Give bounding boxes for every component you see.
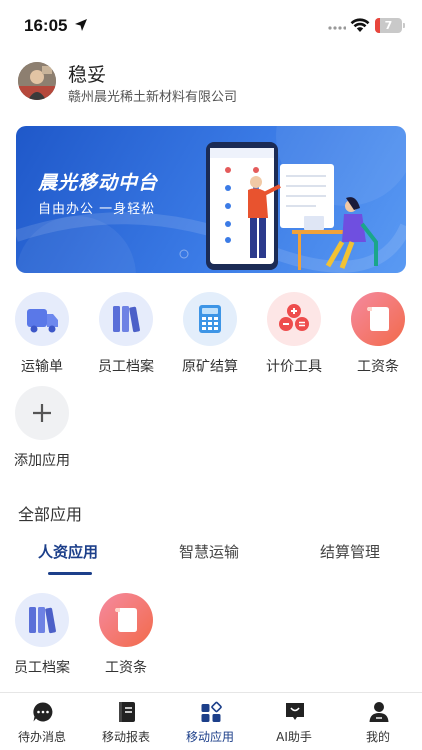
banner-subtitle: 自由办公 一身轻松 xyxy=(38,202,156,217)
section-title: 全部应用 xyxy=(18,505,83,524)
nav-label: 待办消息 xyxy=(17,730,66,744)
tab-smart-transport[interactable]: 智慧运输 xyxy=(179,541,239,562)
app-payslip-list[interactable]: 工资条 xyxy=(84,593,168,687)
scroll-icon xyxy=(99,593,153,647)
app-employee-records-list[interactable]: 员工档案 xyxy=(0,593,84,687)
app-label: 员工档案 xyxy=(98,359,154,375)
truck-icon xyxy=(15,292,69,346)
signal-icon xyxy=(328,26,346,30)
math-ops-icon xyxy=(267,292,321,346)
battery-level: 7 xyxy=(384,19,393,32)
app-employee-records[interactable]: 员工档案 xyxy=(84,292,168,386)
banner-title: 晨光移动中台 xyxy=(38,172,159,194)
person-icon xyxy=(369,702,389,722)
app-label: 工资条 xyxy=(105,660,147,676)
nav-mobile-apps[interactable]: 移动应用 xyxy=(168,693,252,750)
plus-icon xyxy=(15,386,69,440)
status-bar: 16:05 7 xyxy=(0,0,422,52)
active-tab-indicator xyxy=(48,572,92,575)
app-ore-settlement[interactable]: 原矿结算 xyxy=(168,292,252,386)
chat-icon xyxy=(33,702,53,722)
nav-label: 移动报表 xyxy=(101,730,150,744)
nav-mobile-reports[interactable]: 移动报表 xyxy=(84,693,168,750)
location-arrow-icon xyxy=(75,19,87,31)
app-label: 工资条 xyxy=(357,359,399,375)
wifi-icon xyxy=(350,18,370,32)
app-label: 计价工具 xyxy=(266,359,322,375)
app-payslip[interactable]: 工资条 xyxy=(336,292,420,386)
app-label: 添加应用 xyxy=(14,453,70,469)
user-name: 稳妥 xyxy=(68,64,107,86)
tab-hr-apps[interactable]: 人资应用 xyxy=(38,541,98,562)
banner-illustration-icon xyxy=(206,142,378,270)
promo-banner[interactable]: 晨光移动中台 自由办公 一身轻松 xyxy=(16,126,406,273)
books-icon xyxy=(15,593,69,647)
company-name: 赣州晨光稀土新材料有限公司 xyxy=(68,90,238,105)
bottom-nav: 待办消息 移动报表 移动应用 AI助手 我的 xyxy=(0,692,422,750)
tab-settlement-management[interactable]: 结算管理 xyxy=(320,541,380,562)
app-pricing-tool[interactable]: 计价工具 xyxy=(252,292,336,386)
books-icon xyxy=(99,292,153,346)
status-time: 16:05 xyxy=(24,16,68,35)
nav-label: 我的 xyxy=(365,730,390,744)
nav-profile[interactable]: 我的 xyxy=(336,693,420,750)
report-icon xyxy=(119,702,135,722)
nav-label: 移动应用 xyxy=(185,730,234,744)
app-transport-order[interactable]: 运输单 xyxy=(0,292,84,386)
add-app-button[interactable]: 添加应用 xyxy=(0,386,84,480)
battery-icon: 7 xyxy=(375,18,402,33)
nav-ai-assistant[interactable]: AI助手 xyxy=(252,693,336,750)
avatar[interactable] xyxy=(18,62,56,100)
apps-icon xyxy=(201,701,222,722)
calculator-icon xyxy=(183,292,237,346)
nav-label: AI助手 xyxy=(276,730,312,744)
nav-todo-messages[interactable]: 待办消息 xyxy=(0,693,84,750)
app-label: 原矿结算 xyxy=(182,359,238,375)
app-label: 员工档案 xyxy=(14,660,70,676)
app-label: 运输单 xyxy=(21,359,63,375)
scroll-icon xyxy=(351,292,405,346)
ai-bag-icon xyxy=(286,703,304,720)
